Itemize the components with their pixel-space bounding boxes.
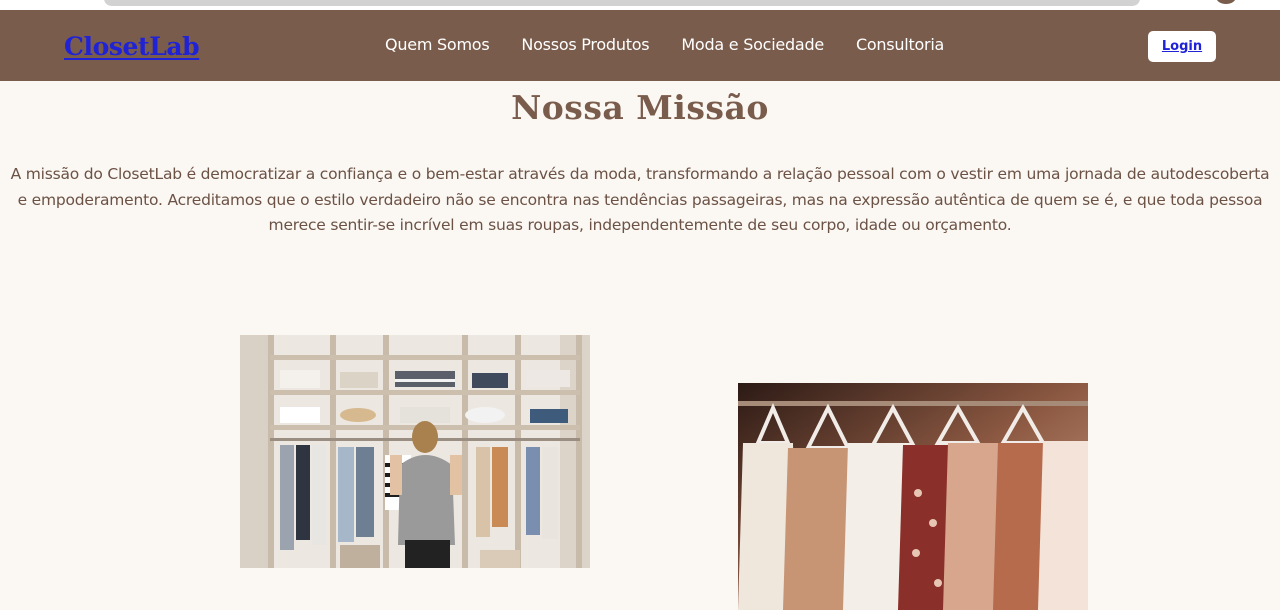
login-button[interactable]: Login xyxy=(1148,31,1216,62)
site-header: ClosetLab Quem Somos Nossos Produtos Mod… xyxy=(0,10,1280,81)
profile-avatar-icon[interactable] xyxy=(1216,0,1236,4)
nav-item-nossos-produtos[interactable]: Nossos Produtos xyxy=(521,34,649,56)
brand-logo-link[interactable]: ClosetLab xyxy=(64,30,200,64)
main-nav: Quem Somos Nossos Produtos Moda e Socied… xyxy=(385,34,944,56)
page-title: Nossa Missão xyxy=(511,88,769,127)
mission-paragraph: A missão do ClosetLab é democratizar a c… xyxy=(10,165,1270,234)
browser-chrome-strip xyxy=(0,0,1280,10)
nav-item-consultoria[interactable]: Consultoria xyxy=(856,34,944,56)
address-bar[interactable] xyxy=(104,0,1140,6)
nav-item-moda-e-sociedade[interactable]: Moda e Sociedade xyxy=(681,34,824,56)
nav-item-quem-somos[interactable]: Quem Somos xyxy=(385,34,490,56)
closet-photo xyxy=(240,335,590,568)
clothing-rack-photo xyxy=(738,383,1088,610)
